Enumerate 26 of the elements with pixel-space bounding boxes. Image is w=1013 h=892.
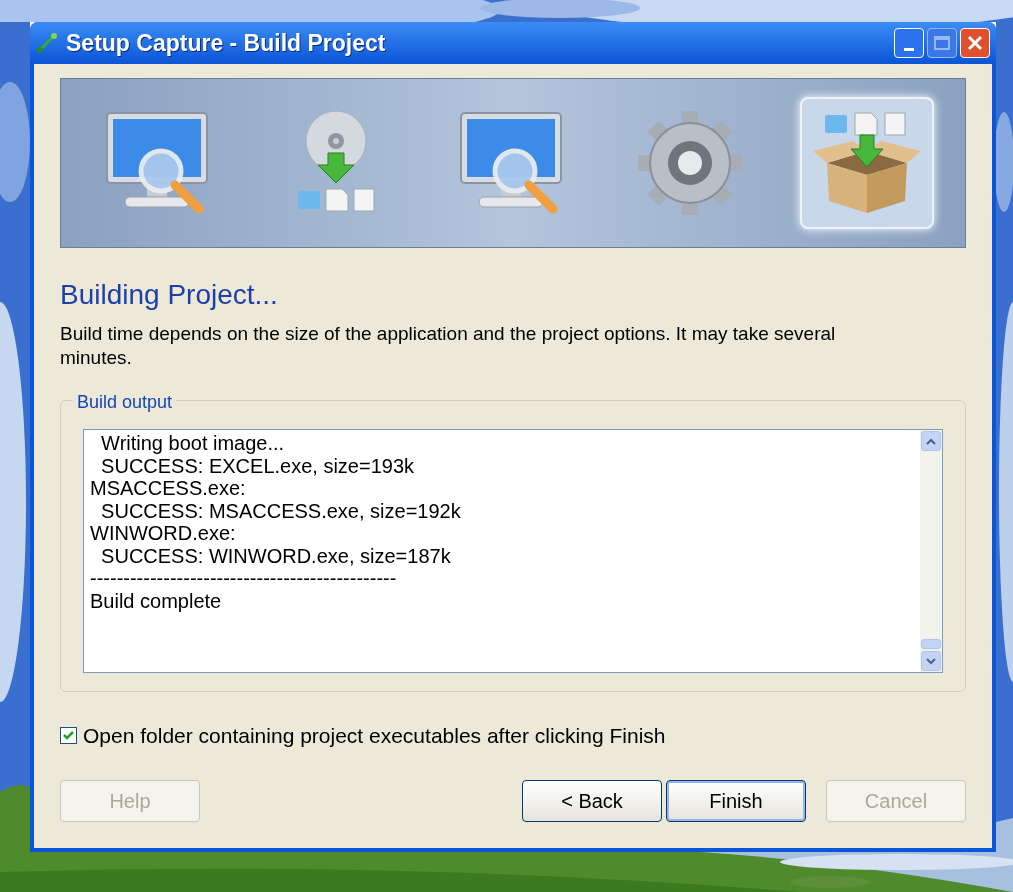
log-line: SUCCESS: EXCEL.exe, size=193k [100,454,416,477]
log-line: WINWORD.exe: [90,522,237,545]
dialog-button[interactable]: < Back [522,779,662,822]
window-title: Setup Capture - Build Project [66,28,387,58]
app-icon [36,32,58,54]
scrollbar[interactable] [920,430,942,672]
log-line: MSACCESS.exe: [90,477,247,500]
log-line: Writing boot image... [100,432,286,455]
scroll-thumb[interactable] [921,639,941,649]
log-line: ---------------------------------------------- [90,567,398,590]
scroll-up-button[interactable] [921,431,941,451]
page-heading: Building Project... [60,278,279,312]
minimize-button[interactable] [894,28,924,58]
dialog-button[interactable]: Finish [666,779,806,822]
scroll-down-button[interactable] [921,651,941,671]
checkmark-icon [63,730,74,742]
close-button[interactable] [960,28,990,58]
log-line: SUCCESS: WINWORD.exe, size=187k [100,544,452,567]
close-icon [967,35,983,51]
checkbox-label: Open folder containing project executables after clicking Finish [83,723,666,749]
log-line: SUCCESS: MSACCESS.exe, size=192k [100,499,462,522]
checkbox[interactable] [60,727,77,745]
step-tile[interactable] [799,97,934,229]
description-text: Build time depends on the size of the application and the project options. It may take several minutes. [60,322,837,370]
log-line: Build complete [90,589,223,612]
maximize-button[interactable] [927,28,957,58]
